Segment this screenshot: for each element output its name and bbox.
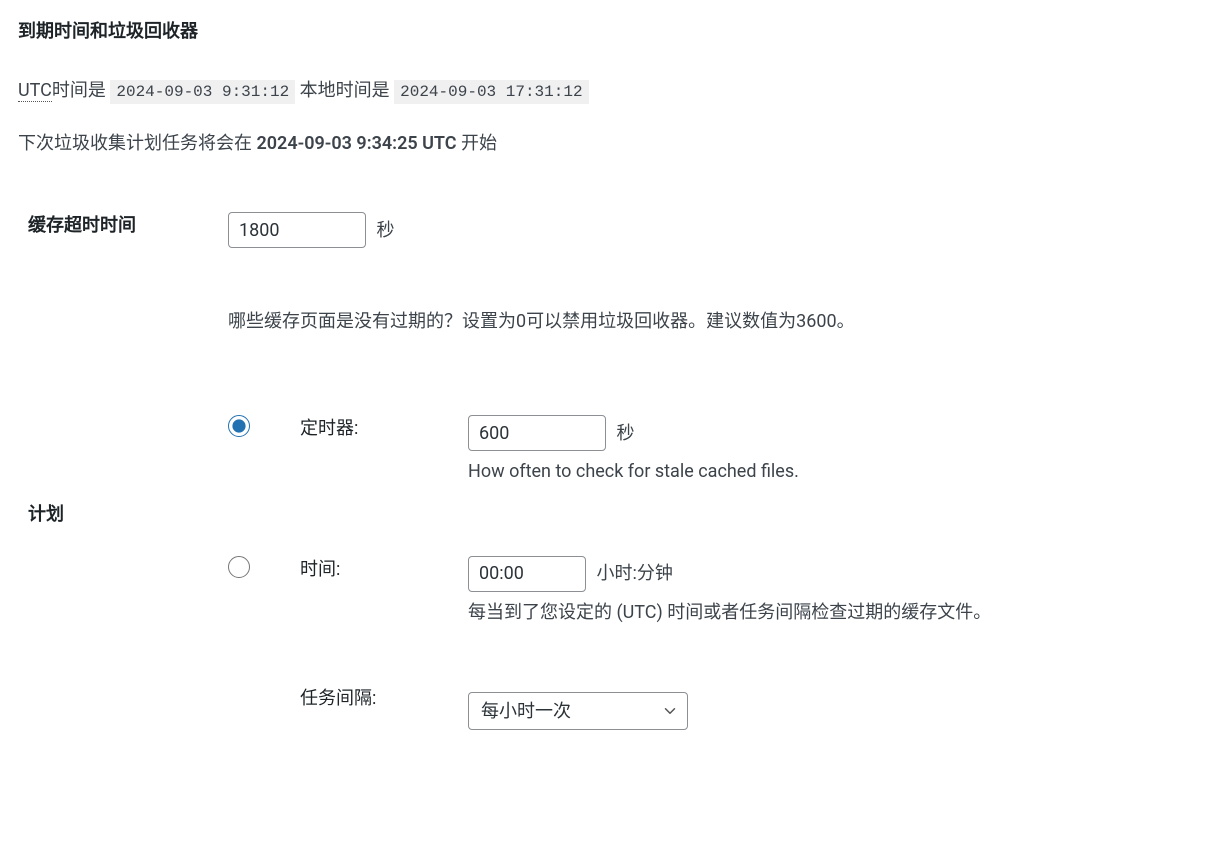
radio-timer[interactable]	[228, 415, 250, 437]
local-time-label: 本地时间是	[300, 80, 390, 101]
interval-label: 任务间隔:	[300, 684, 468, 730]
utc-suffix: 时间是	[52, 80, 106, 101]
cache-timeout-label: 缓存超时时间	[18, 188, 218, 391]
timer-desc: How often to check for stale cached file…	[468, 457, 1182, 488]
time-info-row: UTC时间是 2024-09-03 9:31:12 本地时间是 2024-09-…	[18, 77, 1192, 106]
timer-label: 定时器:	[300, 415, 468, 488]
next-gc-row: 下次垃圾收集计划任务将会在 2024-09-03 9:34:25 UTC 开始	[18, 130, 1192, 159]
schedule-label: 计划	[18, 391, 218, 754]
interval-select[interactable]: 每小时一次	[468, 692, 688, 730]
time-value-input[interactable]	[468, 556, 586, 592]
next-gc-suffix: 开始	[461, 133, 497, 154]
time-label: 时间:	[300, 556, 468, 629]
local-time-value: 2024-09-03 17:31:12	[394, 80, 588, 104]
timer-value-input[interactable]	[468, 415, 606, 451]
time-desc: 每当到了您设定的 (UTC) 时间或者任务间隔检查过期的缓存文件。	[468, 598, 1182, 629]
utc-label: UTC	[18, 80, 52, 102]
next-gc-time: 2024-09-03 9:34:25 UTC	[256, 133, 456, 154]
time-unit: 小时:分钟	[596, 563, 672, 584]
utc-time-value: 2024-09-03 9:31:12	[110, 80, 295, 104]
timer-unit: 秒	[616, 423, 634, 444]
cache-timeout-unit: 秒	[376, 220, 394, 241]
page-title: 到期时间和垃圾回收器	[18, 18, 1192, 47]
next-gc-prefix: 下次垃圾收集计划任务将会在	[18, 133, 252, 154]
cache-timeout-help: 哪些缓存页面是没有过期的？设置为0可以禁用垃圾回收器。建议数值为3600。	[228, 308, 1182, 337]
radio-time[interactable]	[228, 556, 250, 578]
cache-timeout-input[interactable]	[228, 212, 366, 248]
